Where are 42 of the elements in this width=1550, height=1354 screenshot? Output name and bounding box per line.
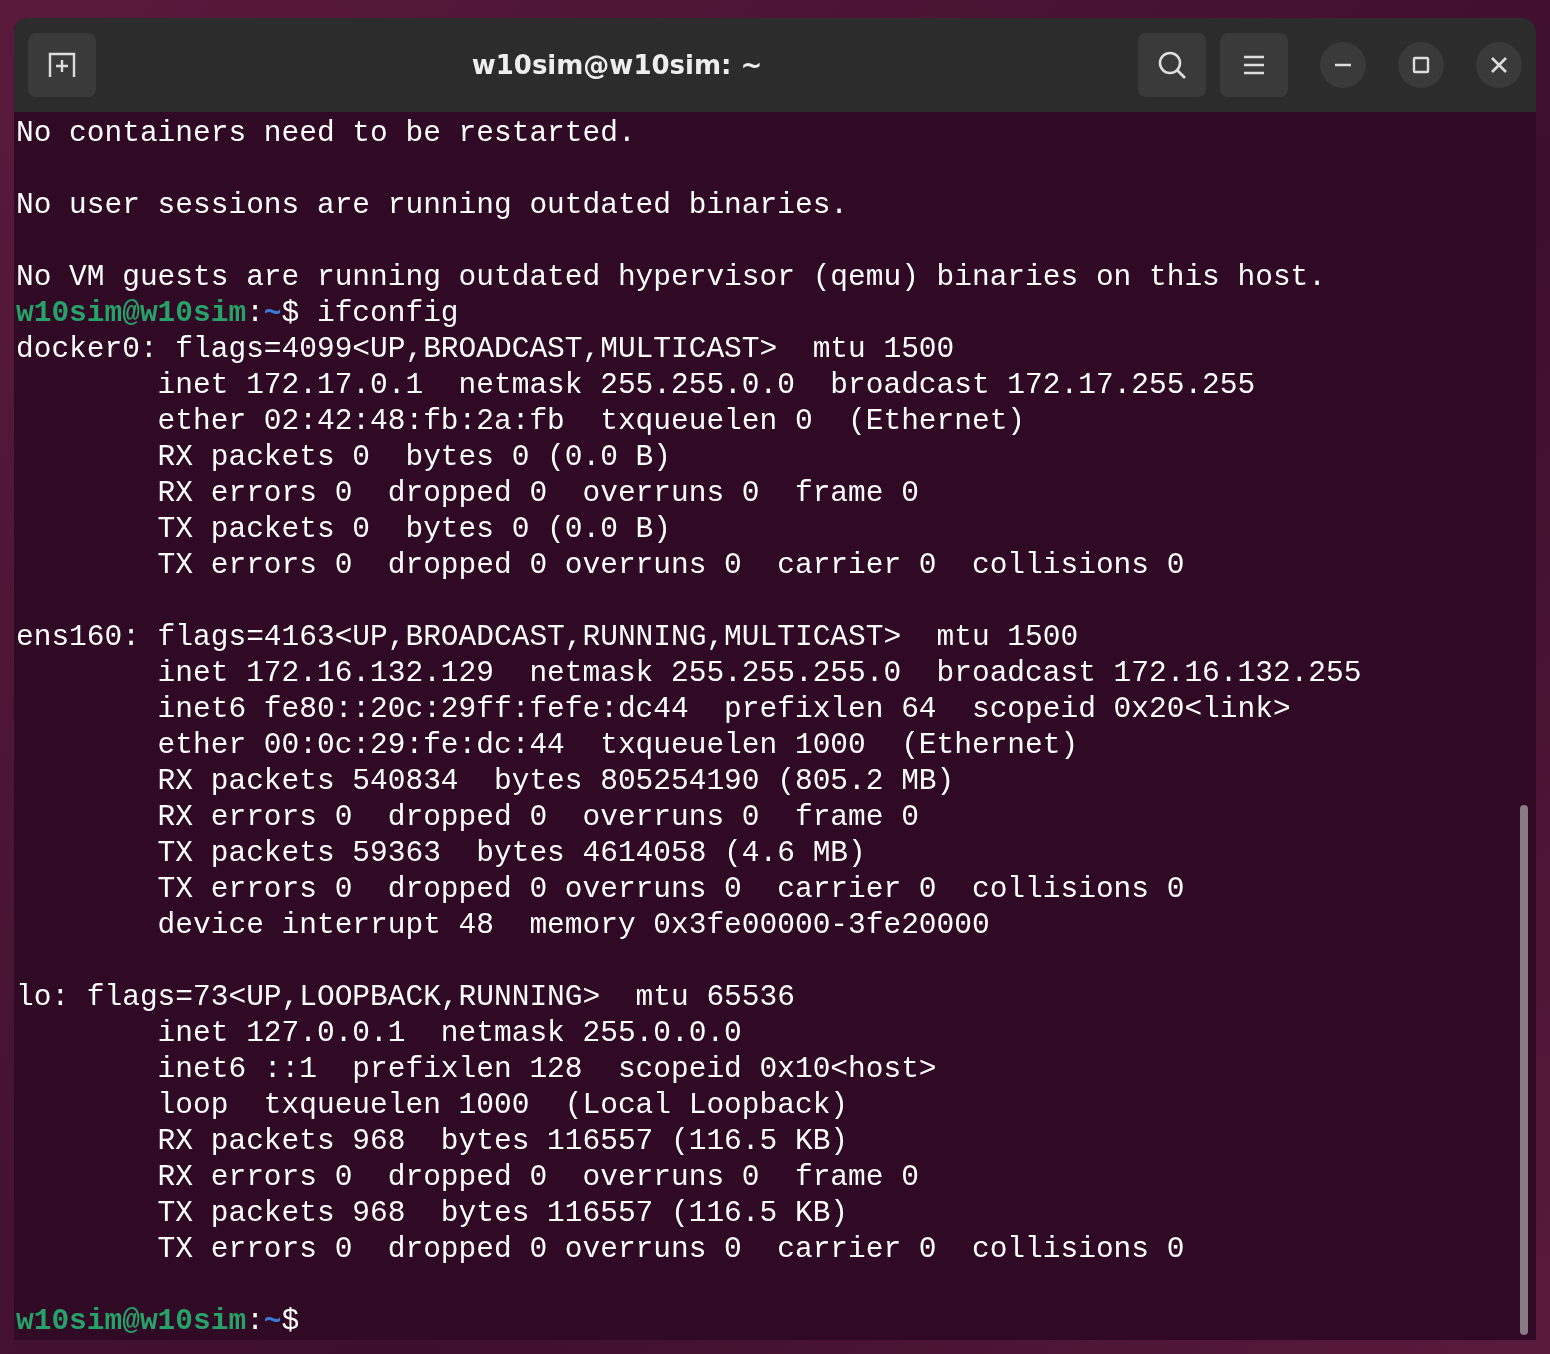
- output-line: inet6 fe80::20c:29ff:fefe:dc44 prefixlen 64 scopeid 0x20<link>: [156, 691, 1292, 727]
- output-line: ether 00:0c:29:fe:dc:44 txqueuelen 1000 (Ethernet): [156, 727, 1080, 763]
- prompt-line: w10sim@w10sim:~$: [16, 1303, 301, 1339]
- output-line: TX packets 0 bytes 0 (0.0 B): [156, 511, 672, 547]
- maximize-button[interactable]: [1398, 42, 1444, 88]
- close-icon: [1490, 56, 1508, 74]
- menu-icon: [1242, 54, 1266, 76]
- output-line: TX errors 0 dropped 0 overruns 0 carrier 0 collisions 0: [156, 1231, 1186, 1267]
- output-line: No user sessions are running outdated binaries.: [16, 187, 850, 223]
- output-line: inet 172.16.132.129 netmask 255.255.255.0 broadcast 172.16.132.255: [156, 655, 1363, 691]
- output-line: lo: flags=73<UP,LOOPBACK,RUNNING> mtu 65536: [16, 979, 796, 1015]
- output-line: TX errors 0 dropped 0 overruns 0 carrier 0 collisions 0: [156, 871, 1186, 907]
- output-line: RX errors 0 dropped 0 overruns 0 frame 0: [156, 799, 920, 835]
- output-line: RX packets 968 bytes 116557 (116.5 KB): [156, 1123, 850, 1159]
- search-button[interactable]: [1138, 33, 1206, 97]
- output-line: TX errors 0 dropped 0 overruns 0 carrier 0 collisions 0: [156, 547, 1186, 583]
- output-line: TX packets 59363 bytes 4614058 (4.6 MB): [156, 835, 867, 871]
- new-tab-icon: [47, 51, 77, 79]
- output-line: inet6 ::1 prefixlen 128 scopeid 0x10<host>: [156, 1051, 938, 1087]
- maximize-icon: [1412, 56, 1430, 74]
- output-line: RX errors 0 dropped 0 overruns 0 frame 0: [156, 475, 920, 511]
- minimize-icon: [1334, 63, 1352, 67]
- output-line: device interrupt 48 memory 0x3fe00000-3fe20000: [156, 907, 991, 943]
- menu-button[interactable]: [1220, 33, 1288, 97]
- output-line: ens160: flags=4163<UP,BROADCAST,RUNNING,MULTICAST> mtu 1500: [16, 619, 1080, 655]
- close-button[interactable]: [1476, 42, 1522, 88]
- output-line: docker0: flags=4099<UP,BROADCAST,MULTICAST> mtu 1500: [16, 331, 956, 367]
- output-line: RX packets 540834 bytes 805254190 (805.2 MB): [156, 763, 956, 799]
- new-tab-button[interactable]: [28, 33, 96, 97]
- output-line: No VM guests are running outdated hypervisor (qemu) binaries on this host.: [16, 259, 1327, 295]
- output-line: loop txqueuelen 1000 (Local Loopback): [156, 1087, 850, 1123]
- scrollbar[interactable]: [1520, 805, 1528, 1335]
- output-line: TX packets 968 bytes 116557 (116.5 KB): [156, 1195, 850, 1231]
- output-line: RX errors 0 dropped 0 overruns 0 frame 0: [156, 1159, 920, 1195]
- output-line: ether 02:42:48:fb:2a:fb txqueuelen 0 (Ethernet): [156, 403, 1027, 439]
- prompt-line: w10sim@w10sim:~$ ifconfig: [16, 295, 460, 331]
- search-icon: [1157, 50, 1187, 80]
- output-line: inet 127.0.0.1 netmask 255.0.0.0: [156, 1015, 743, 1051]
- output-line: RX packets 0 bytes 0 (0.0 B): [156, 439, 672, 475]
- window-title: w10sim@w10sim: ~: [470, 50, 764, 80]
- output-line: No containers need to be restarted.: [16, 115, 637, 151]
- output-line: inet 172.17.0.1 netmask 255.255.0.0 broadcast 172.17.255.255: [156, 367, 1257, 403]
